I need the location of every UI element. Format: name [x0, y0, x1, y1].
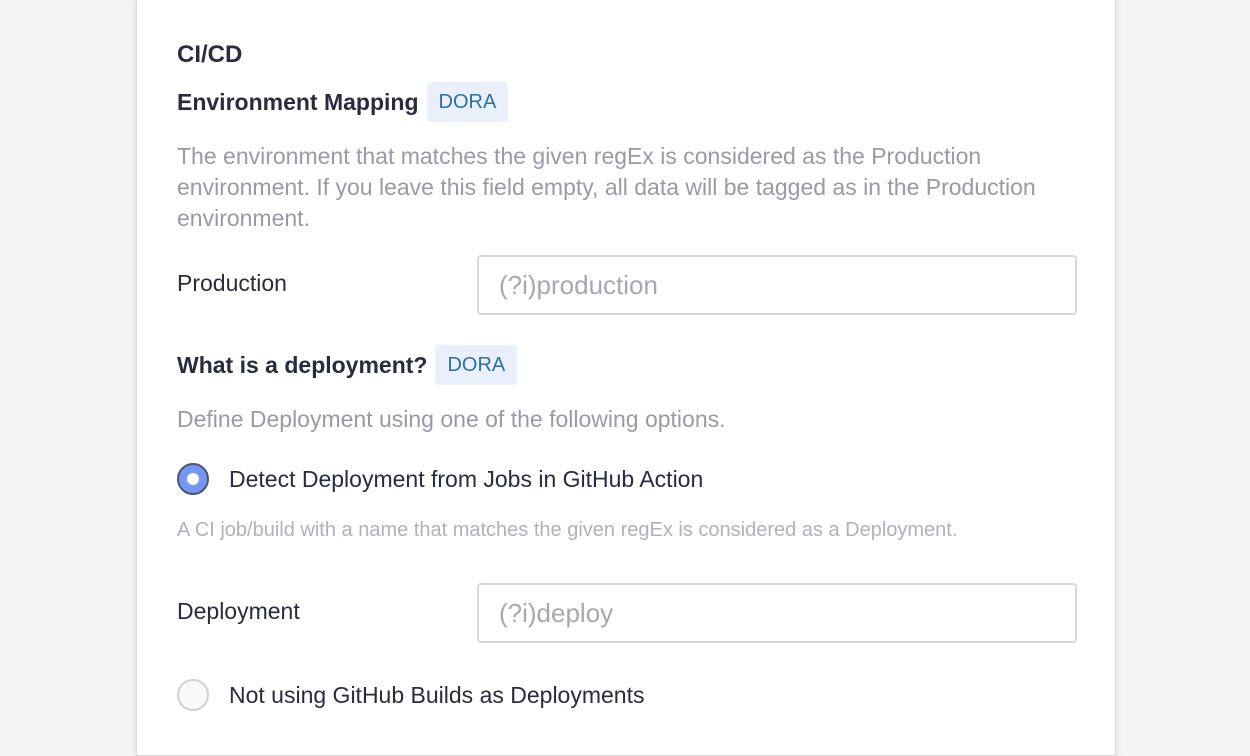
- environment-mapping-description: The environment that matches the given r…: [177, 143, 1036, 231]
- radio-option-not-using-builds[interactable]: Not using GitHub Builds as Deployments: [177, 679, 644, 711]
- deployment-heading: What is a deployment? DORA: [177, 345, 518, 385]
- production-label: Production: [177, 270, 287, 296]
- radio-button-unselected[interactable]: [177, 679, 209, 711]
- radio-option-label: Detect Deployment from Jobs in GitHub Ac…: [229, 465, 704, 492]
- deployment-label: Deployment: [177, 598, 300, 624]
- deployment-regex-input[interactable]: [477, 583, 1077, 643]
- radio-button-selected[interactable]: [177, 463, 209, 495]
- deployment-title: What is a deployment?: [177, 351, 428, 378]
- cicd-settings-card: CI/CD Environment Mapping DORA The envir…: [136, 0, 1116, 756]
- deployment-job-description: A CI job/build with a name that matches …: [177, 519, 958, 541]
- deployment-description: Define Deployment using one of the follo…: [177, 406, 726, 432]
- environment-mapping-heading: Environment Mapping DORA: [177, 82, 509, 122]
- radio-option-detect-from-jobs[interactable]: Detect Deployment from Jobs in GitHub Ac…: [177, 463, 703, 495]
- dora-badge: DORA: [435, 345, 518, 385]
- production-regex-input[interactable]: [477, 255, 1077, 315]
- section-title: CI/CD: [177, 41, 243, 68]
- dora-badge: DORA: [426, 82, 509, 122]
- radio-option-label: Not using GitHub Builds as Deployments: [229, 681, 645, 708]
- environment-mapping-title: Environment Mapping: [177, 88, 419, 115]
